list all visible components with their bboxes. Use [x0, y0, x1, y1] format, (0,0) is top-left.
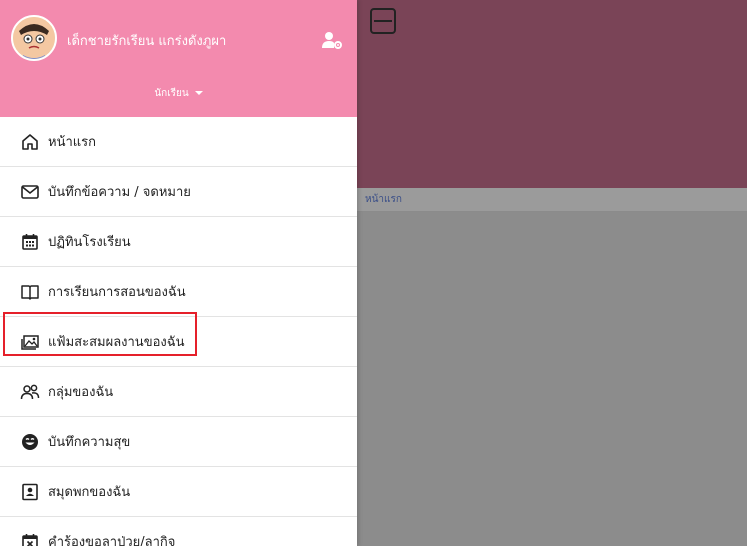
home-icon [20, 132, 40, 152]
calendar-icon [20, 232, 40, 252]
sidebar-item-home[interactable]: หน้าแรก [0, 117, 357, 167]
sidebar-item-leave-request[interactable]: คำร้องขอลาป่วย/ลากิจ [0, 517, 357, 546]
sidebar-item-label: บันทึกความสุข [48, 435, 131, 450]
sidebar-item-contact-book[interactable]: สมุดพกของฉัน [0, 467, 357, 517]
content-body-overlay[interactable] [357, 212, 747, 546]
menu-toggle-button[interactable] [370, 8, 396, 34]
book-open-icon [20, 282, 40, 302]
sidebar-item-label: การเรียนการสอนของฉัน [48, 285, 186, 300]
user-settings-icon[interactable] [321, 30, 343, 50]
sidebar-item-messages[interactable]: บันทึกข้อความ / จดหมาย [0, 167, 357, 217]
role-label: นักเรียน [154, 88, 189, 99]
smile-icon [20, 432, 40, 452]
contact-book-icon [20, 482, 40, 502]
sidebar-item-label: แฟ้มสะสมผลงานของฉัน [48, 335, 185, 350]
sidebar-item-happiness-diary[interactable]: บันทึกความสุข [0, 417, 357, 467]
sidebar-item-label: ปฏิทินโรงเรียน [48, 235, 131, 250]
sidebar-item-portfolio[interactable]: แฟ้มสะสมผลงานของฉัน [0, 317, 357, 367]
content-header-overlay[interactable] [357, 0, 747, 188]
role-dropdown[interactable]: นักเรียน [0, 86, 357, 101]
user-name: เด็กชายรักเรียน แกร่งดังภูผา [67, 34, 227, 49]
sidebar-item-label: กลุ่มของฉัน [48, 385, 114, 400]
sidebar-header: เด็กชายรักเรียน แกร่งดังภูผา นักเรียน [0, 0, 357, 117]
sidebar-item-label: สมุดพกของฉัน [48, 485, 131, 500]
sidebar-item-calendar[interactable]: ปฏิทินโรงเรียน [0, 217, 357, 267]
group-icon [20, 382, 40, 402]
sidebar-menu: หน้าแรก บันทึกข้อความ / จดหมาย ปฏิทินโรง… [0, 117, 357, 546]
avatar[interactable] [11, 15, 57, 61]
breadcrumb-home-link[interactable]: หน้าแรก [365, 192, 402, 207]
chevron-down-icon [194, 91, 203, 95]
sidebar: เด็กชายรักเรียน แกร่งดังภูผา นักเรียน หน… [0, 0, 357, 546]
app-window: หน้าแรก เด็กชายรักเรียน แกร่งดังภูผา นัก… [0, 0, 747, 546]
portfolio-image-icon [20, 332, 40, 352]
breadcrumb: หน้าแรก [357, 188, 747, 212]
sidebar-item-my-classes[interactable]: การเรียนการสอนของฉัน [0, 267, 357, 317]
sidebar-item-label: บันทึกข้อความ / จดหมาย [48, 185, 191, 200]
sidebar-item-label: หน้าแรก [48, 135, 96, 150]
sidebar-item-my-groups[interactable]: กลุ่มของฉัน [0, 367, 357, 417]
envelope-icon [20, 182, 40, 202]
calendar-x-icon [20, 532, 40, 546]
sidebar-item-label: คำร้องขอลาป่วย/ลากิจ [48, 535, 176, 546]
